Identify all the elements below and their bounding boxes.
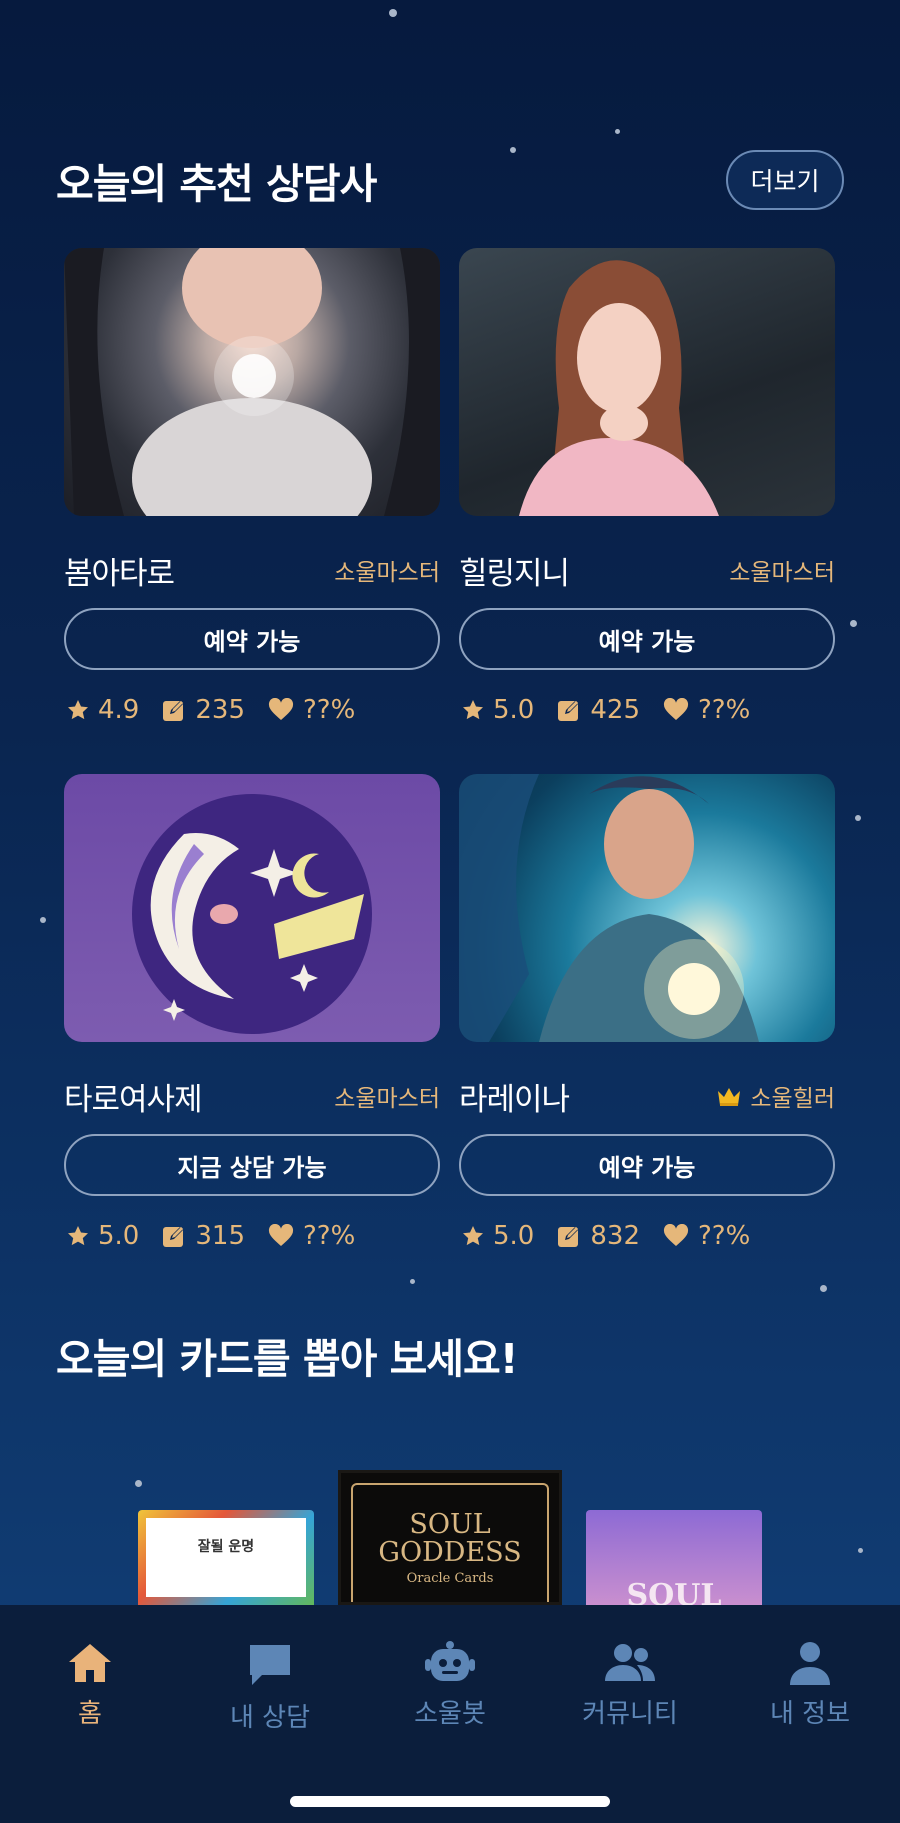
nav-label: 내 상담: [229, 1703, 311, 1733]
star-icon: [68, 1226, 88, 1246]
tarot-card[interactable]: SOUL GODDESS Oracle Cards: [338, 1470, 562, 1605]
recommend-title: 오늘의 추천 상담사: [56, 160, 377, 208]
nav-label: 홈: [78, 1699, 102, 1729]
availability-button[interactable]: 예약 가능: [459, 1134, 835, 1196]
person-icon: [790, 1642, 830, 1685]
counselor-photo[interactable]: [459, 774, 835, 1042]
counselor-grade: 소울마스터: [334, 1086, 440, 1112]
star-icon: [463, 1226, 483, 1246]
heart-hand-icon: [663, 1224, 689, 1246]
daily-card-header: 오늘의 카드를 뽑아 보세요!: [56, 1325, 844, 1385]
recommend-header: 오늘의 추천 상담사 더보기: [56, 150, 844, 210]
edit-icon: [558, 701, 579, 721]
edit-icon: [163, 701, 184, 721]
counselor-card[interactable]: 봄아타로 소울마스터 예약 가능 4.9 235 ??%: [64, 248, 440, 730]
robot-icon: [425, 1641, 475, 1681]
satisfaction-stat: ??%: [662, 1221, 750, 1251]
tarot-card-label: 잘될 운명: [146, 1518, 306, 1597]
nav-item-my-info[interactable]: 내 정보: [730, 1641, 890, 1730]
logo-image: [132, 794, 372, 1034]
counselor-stats: 5.0 832 ??%: [459, 1216, 835, 1256]
star-icon: [68, 700, 88, 720]
crown-icon: [718, 1088, 741, 1106]
availability-button[interactable]: 지금 상담 가능: [64, 1134, 440, 1196]
nav-label: 소울봇: [414, 1699, 486, 1729]
home-indicator[interactable]: [290, 1796, 610, 1807]
tarot-deck[interactable]: 잘될 운명 SOUL GODDESS Oracle Cards SOUL: [0, 1470, 900, 1605]
nav-item-my-consult[interactable]: 내 상담: [190, 1641, 350, 1734]
satisfaction-stat: ??%: [267, 695, 355, 725]
availability-button[interactable]: 예약 가능: [459, 608, 835, 670]
rating-stat: 4.9: [66, 695, 139, 725]
heart-hand-icon: [268, 1224, 294, 1246]
counselor-name: 힐링지니: [459, 555, 570, 592]
more-button[interactable]: 더보기: [726, 150, 844, 210]
community-icon: [605, 1644, 655, 1681]
nav-label: 커뮤니티: [582, 1699, 678, 1729]
tarot-card-label: SOUL: [626, 1578, 722, 1605]
chat-icon: [250, 1645, 290, 1685]
review-stat: 425: [556, 695, 640, 725]
counselor-stats: 5.0 315 ??%: [64, 1216, 440, 1256]
counselor-logo[interactable]: [64, 774, 440, 1042]
counselor-photo[interactable]: [459, 248, 835, 516]
availability-button[interactable]: 예약 가능: [64, 608, 440, 670]
counselor-grade: 소울힐러: [716, 1079, 835, 1113]
counselor-grade: 소울마스터: [729, 560, 835, 586]
home-icon: [69, 1644, 111, 1682]
counselor-photo[interactable]: [64, 248, 440, 516]
edit-icon: [163, 1227, 184, 1247]
heart-hand-icon: [268, 698, 294, 720]
satisfaction-stat: ??%: [267, 1221, 355, 1251]
tarot-card[interactable]: 잘될 운명: [138, 1510, 314, 1605]
edit-icon: [558, 1227, 579, 1247]
counselor-name: 봄아타로: [64, 555, 175, 592]
review-stat: 235: [161, 695, 245, 725]
counselor-card[interactable]: 라레이나 소울힐러 예약 가능 5.0 832 ??%: [459, 774, 835, 1256]
tarot-card[interactable]: SOUL: [586, 1510, 762, 1605]
nav-item-home[interactable]: 홈: [10, 1641, 170, 1730]
rating-stat: 5.0: [461, 1221, 534, 1251]
star-icon: [463, 700, 483, 720]
nav-label: 내 정보: [769, 1699, 851, 1729]
rating-stat: 5.0: [461, 695, 534, 725]
counselor-name: 라레이나: [459, 1081, 570, 1118]
counselor-stats: 5.0 425 ??%: [459, 690, 835, 730]
rating-stat: 5.0: [66, 1221, 139, 1251]
bottom-nav: 홈 내 상담 소울봇 커뮤니티 내 정보: [0, 1605, 900, 1823]
counselor-name: 타로여사제: [64, 1081, 203, 1118]
daily-card-title: 오늘의 카드를 뽑아 보세요!: [56, 1335, 518, 1383]
counselor-grade: 소울마스터: [334, 560, 440, 586]
nav-item-community[interactable]: 커뮤니티: [550, 1641, 710, 1730]
satisfaction-stat: ??%: [662, 695, 750, 725]
counselor-card[interactable]: 힐링지니 소울마스터 예약 가능 5.0 425 ??%: [459, 248, 835, 730]
review-stat: 315: [161, 1221, 245, 1251]
nav-item-soulbot[interactable]: 소울봇: [370, 1641, 530, 1730]
heart-hand-icon: [663, 698, 689, 720]
review-stat: 832: [556, 1221, 640, 1251]
counselor-card[interactable]: 타로여사제 소울마스터 지금 상담 가능 5.0 315 ??%: [64, 774, 440, 1256]
counselor-stats: 4.9 235 ??%: [64, 690, 440, 730]
